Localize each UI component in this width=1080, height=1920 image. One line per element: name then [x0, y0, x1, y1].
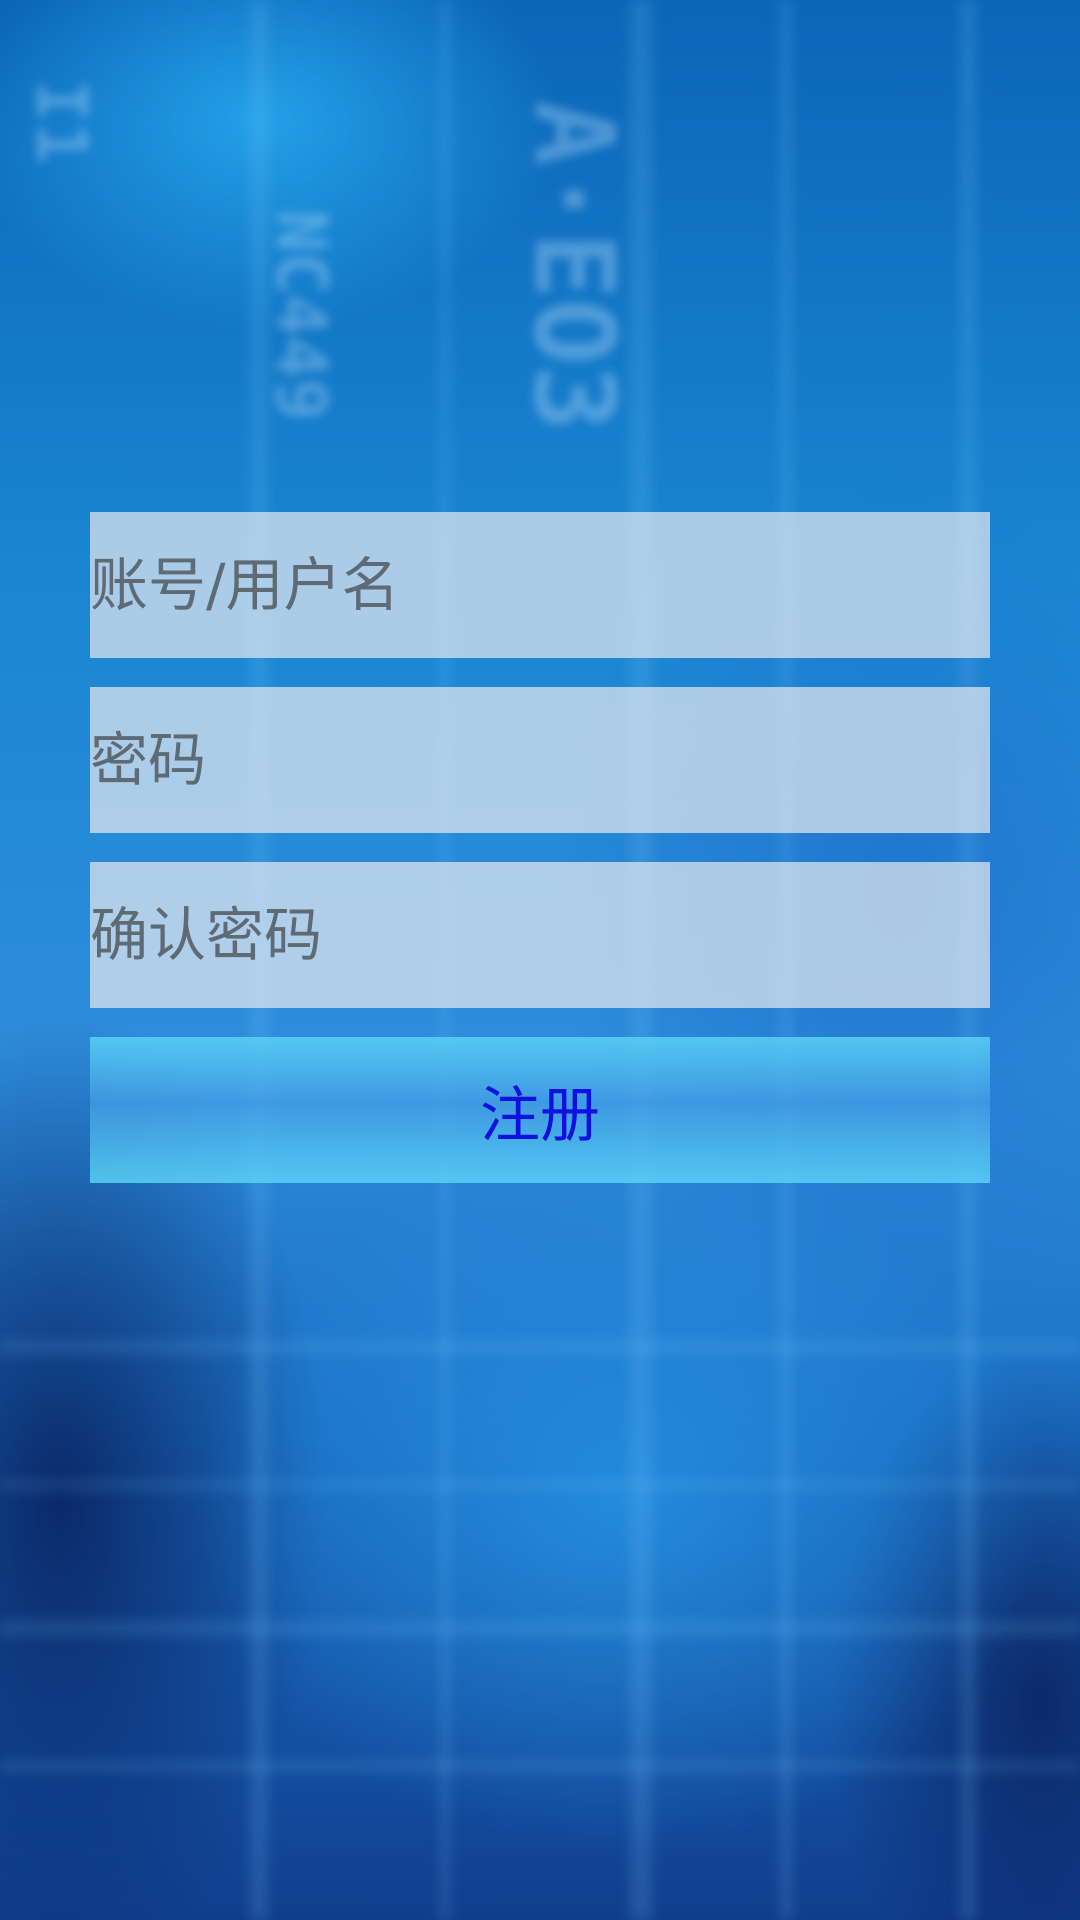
background-glyph: NC449: [260, 210, 342, 421]
register-form: 注册: [90, 512, 990, 1183]
password-field: [90, 687, 990, 833]
register-button[interactable]: 注册: [90, 1037, 990, 1183]
background-glyph: A·EO3: [510, 100, 638, 432]
account-input[interactable]: [90, 512, 990, 658]
password-input[interactable]: [90, 687, 990, 833]
confirm-password-input[interactable]: [90, 862, 990, 1008]
account-field: [90, 512, 990, 658]
background-glyph: I1: [20, 80, 102, 165]
confirm-password-field: [90, 862, 990, 1008]
